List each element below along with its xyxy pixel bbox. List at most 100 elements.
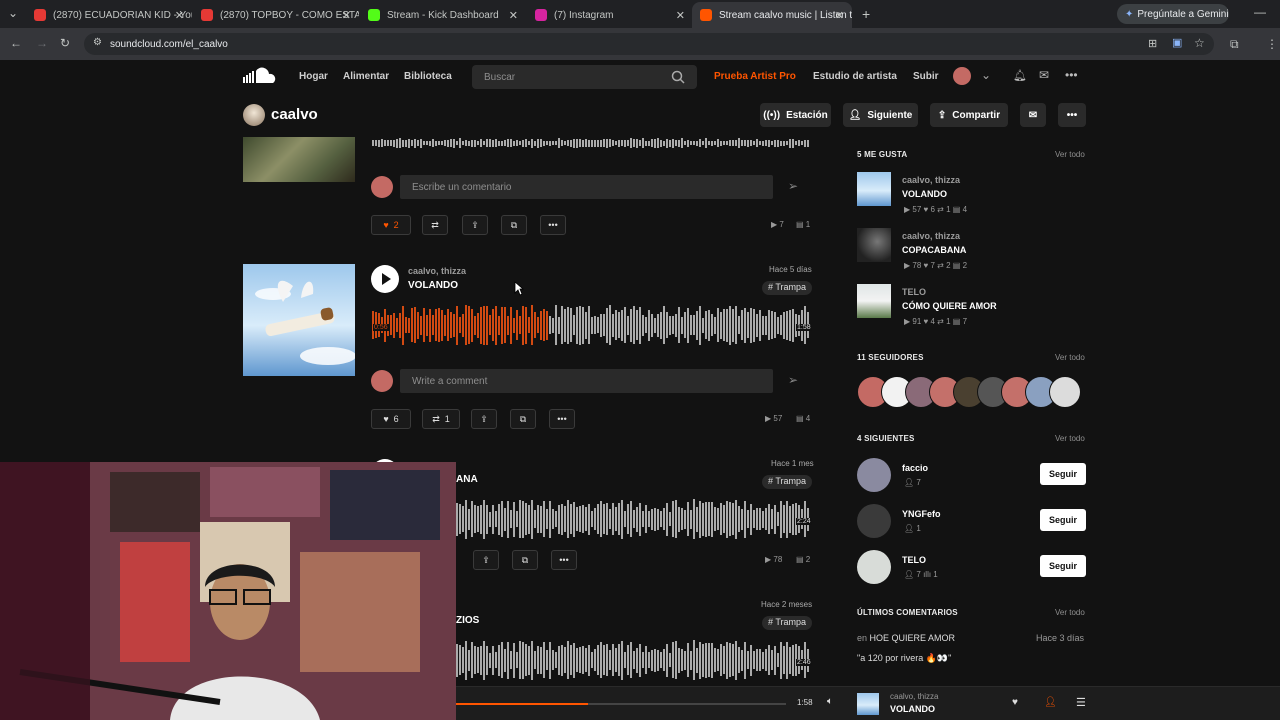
track-more-button[interactable]: •••: [549, 409, 575, 429]
follower-avatar[interactable]: [1049, 376, 1081, 408]
copy-link-button[interactable]: ⧉: [512, 550, 538, 570]
close-icon[interactable]: ✕: [676, 9, 685, 22]
upload-link[interactable]: Subir: [913, 71, 939, 82]
follow-button[interactable]: Seguir: [1040, 509, 1086, 531]
soundcloud-logo-icon[interactable]: [243, 67, 277, 85]
send-icon[interactable]: ➢: [788, 179, 798, 193]
track-genre-tag[interactable]: # Trampa: [762, 616, 813, 630]
follow-button[interactable]: Seguir: [1040, 555, 1086, 577]
liked-track-user[interactable]: caalvo, thizza: [902, 175, 960, 185]
following-avatar[interactable]: [857, 550, 891, 584]
forward-icon[interactable]: →: [36, 36, 48, 50]
following-avatar[interactable]: [857, 504, 891, 538]
share-button[interactable]: ⇪ Compartir: [930, 103, 1008, 127]
volume-icon[interactable]: 🔈︎: [827, 696, 833, 707]
following-view-all-link[interactable]: Ver todo: [1055, 434, 1085, 443]
following-name[interactable]: faccio: [902, 463, 928, 473]
artist-studio-link[interactable]: Estudio de artista: [813, 71, 897, 82]
chevron-down-icon[interactable]: ⌄: [981, 68, 991, 82]
reload-icon[interactable]: ↻: [60, 36, 70, 50]
translate-icon[interactable]: ⊞: [1148, 37, 1157, 50]
repost-button[interactable]: ⇄: [422, 215, 448, 235]
follow-button[interactable]: Seguir: [1040, 463, 1086, 485]
copy-link-button[interactable]: ⧉: [501, 215, 527, 235]
now-playing-artist[interactable]: caalvo, thizza: [890, 692, 938, 701]
track-waveform[interactable]: [372, 305, 812, 345]
close-icon[interactable]: ✕: [835, 9, 844, 22]
browser-menu-icon[interactable]: ⋮: [1266, 37, 1278, 51]
new-tab-icon[interactable]: +: [862, 6, 870, 22]
browser-tab-5[interactable]: Stream caalvo music | Listen to ✕: [692, 2, 852, 28]
liked-track-artwork[interactable]: [857, 228, 891, 262]
address-bar[interactable]: ⚙ soundcloud.com/el_caalvo ⊞ ▣ ☆: [84, 33, 1214, 55]
track-title[interactable]: VOLANDO: [408, 280, 458, 291]
nav-feed[interactable]: Alimentar: [343, 71, 389, 82]
track-waveform[interactable]: [456, 499, 812, 539]
liked-track-title[interactable]: CÓMO QUIERE AMOR: [902, 301, 997, 311]
liked-track-artwork[interactable]: [857, 172, 891, 206]
track-title[interactable]: ANA: [456, 474, 478, 485]
send-icon[interactable]: ➢: [788, 373, 798, 387]
like-button[interactable]: ♥ 2: [371, 215, 411, 235]
search-input[interactable]: Buscar: [472, 65, 697, 89]
close-icon[interactable]: ✕: [175, 9, 184, 22]
user-avatar[interactable]: [953, 67, 971, 85]
copy-link-button[interactable]: ⧉: [510, 409, 536, 429]
close-icon[interactable]: ✕: [342, 9, 351, 22]
station-button[interactable]: ((•)) Estación: [760, 103, 831, 127]
minimize-icon[interactable]: —: [1254, 5, 1266, 19]
share-track-button[interactable]: ⇪: [471, 409, 497, 429]
track-artwork[interactable]: [243, 137, 355, 182]
comments-view-all-link[interactable]: Ver todo: [1055, 608, 1085, 617]
more-menu-icon[interactable]: •••: [1065, 68, 1078, 82]
following-name[interactable]: TELO: [902, 555, 926, 565]
like-heart-icon[interactable]: ♥: [1012, 697, 1018, 708]
following-avatar[interactable]: [857, 458, 891, 492]
followers-view-all-link[interactable]: Ver todo: [1055, 353, 1085, 362]
track-waveform[interactable]: [372, 137, 812, 149]
messages-mail-icon[interactable]: ✉: [1039, 68, 1049, 82]
play-button[interactable]: [371, 265, 399, 293]
profile-more-button[interactable]: •••: [1058, 103, 1086, 127]
close-icon[interactable]: ✕: [509, 9, 518, 22]
track-genre-tag[interactable]: # Trampa: [762, 475, 813, 489]
browser-tab-1[interactable]: (2870) ECUADORIAN KID - YouT ✕: [26, 2, 192, 28]
track-genre-tag[interactable]: # Trampa: [762, 281, 813, 295]
following-name[interactable]: YNGFefo: [902, 509, 941, 519]
notifications-bell-icon[interactable]: 🔔︎: [1013, 69, 1027, 82]
extension-icon[interactable]: ▣: [1172, 36, 1182, 49]
nav-library[interactable]: Biblioteca: [404, 71, 452, 82]
follow-user-icon[interactable]: 👤︎: [1044, 697, 1057, 708]
browser-tab-2[interactable]: (2870) TOPBOY - COMO ESTAS ✕: [193, 2, 359, 28]
likes-view-all-link[interactable]: Ver todo: [1055, 150, 1085, 159]
comment-input[interactable]: Write a comment: [400, 369, 773, 393]
browser-tab-3[interactable]: Stream - Kick Dashboard ✕: [360, 2, 526, 28]
playback-progress-track[interactable]: [456, 703, 786, 705]
track-title[interactable]: ZIOS: [456, 615, 479, 626]
back-icon[interactable]: ←: [10, 36, 22, 50]
comment-track-link[interactable]: HOE QUIERE AMOR: [870, 633, 956, 643]
queue-icon[interactable]: ☰: [1076, 696, 1086, 709]
liked-track-title[interactable]: COPACABANA: [902, 245, 966, 255]
bookmark-star-icon[interactable]: ☆: [1194, 36, 1205, 50]
now-playing-artwork[interactable]: [857, 693, 879, 715]
artist-pro-link[interactable]: Prueba Artist Pro: [714, 71, 796, 82]
site-info-icon[interactable]: ⚙: [93, 37, 102, 48]
extensions-puzzle-icon[interactable]: ⧉: [1230, 37, 1239, 52]
repost-button[interactable]: ⇄ 1: [422, 409, 460, 429]
share-track-button[interactable]: ⇪: [473, 550, 499, 570]
tab-search-icon[interactable]: ⌄: [8, 6, 18, 20]
nav-home[interactable]: Hogar: [299, 71, 328, 82]
comment-input[interactable]: Escribe un comentario: [400, 175, 773, 199]
track-artist[interactable]: caalvo, thizza: [408, 266, 466, 276]
liked-track-title[interactable]: VOLANDO: [902, 189, 947, 199]
like-button[interactable]: ♥ 6: [371, 409, 411, 429]
track-waveform[interactable]: [456, 640, 812, 680]
track-artwork-volando[interactable]: [243, 264, 356, 376]
track-more-button[interactable]: •••: [551, 550, 577, 570]
liked-track-artwork[interactable]: [857, 284, 891, 318]
gemini-button[interactable]: ✦ Pregúntale a Gemini: [1117, 4, 1229, 24]
now-playing-title[interactable]: VOLANDO: [890, 704, 935, 714]
message-button[interactable]: ✉: [1020, 103, 1046, 127]
liked-track-user[interactable]: TELO: [902, 287, 926, 297]
